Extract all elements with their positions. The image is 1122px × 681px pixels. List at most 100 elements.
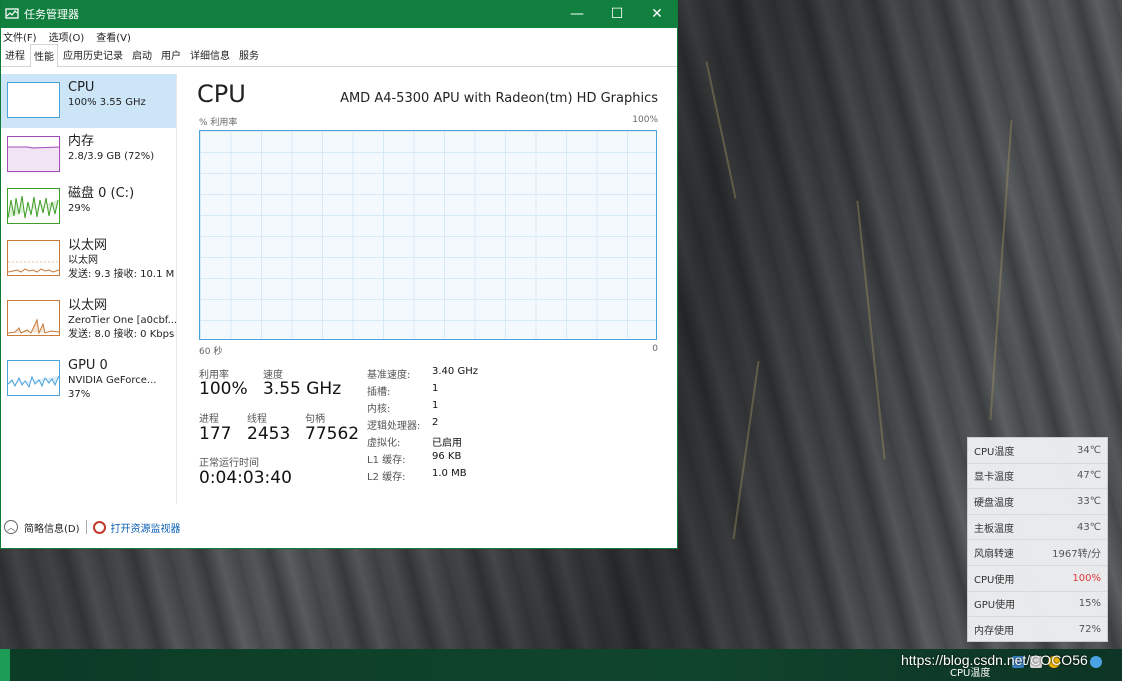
sensor-label: 硬盘温度 bbox=[974, 497, 1014, 509]
minimize-button[interactable]: — bbox=[557, 0, 597, 28]
resource-item-memory[interactable]: 内存 2.8/3.9 GB (72%) bbox=[1, 128, 176, 180]
threads-label: 线程 bbox=[247, 414, 267, 425]
spec-key: 虚拟化: bbox=[367, 438, 401, 449]
resource-detail: ZeroTier One [a0cbf... bbox=[68, 315, 176, 326]
memory-thumbnail-graph bbox=[7, 136, 60, 172]
page-title: CPU bbox=[197, 80, 246, 108]
sensor-row: 风扇转速 1967转/分 bbox=[968, 540, 1107, 566]
resource-name: 磁盘 0 (C:) bbox=[68, 186, 135, 201]
tab-services[interactable]: 服务 bbox=[235, 43, 263, 66]
sensor-value: 15% bbox=[1078, 598, 1101, 610]
rock-crack bbox=[989, 120, 1013, 420]
sensor-row: CPU使用 100% bbox=[968, 566, 1107, 592]
spec-value: 1 bbox=[432, 383, 439, 394]
resource-item-gpu[interactable]: GPU 0 NVIDIA GeForce... 37% bbox=[1, 352, 176, 412]
resource-item-ethernet-1[interactable]: 以太网 以太网 发送: 9.3 接收: 10.1 M bbox=[1, 232, 176, 292]
sensor-row: 硬盘温度 33℃ bbox=[968, 489, 1107, 515]
sensor-label: 风扇转速 bbox=[974, 549, 1014, 561]
tab-performance[interactable]: 性能 bbox=[30, 44, 58, 67]
spec-value: 2 bbox=[432, 417, 439, 428]
title-bar[interactable]: 任务管理器 — ☐ ✕ bbox=[1, 0, 677, 28]
threads-value: 2453 bbox=[247, 424, 291, 444]
sensor-label: GPU使用 bbox=[974, 600, 1016, 612]
spec-value: 96 KB bbox=[432, 451, 462, 462]
rock-crack bbox=[856, 200, 886, 460]
ethernet-thumbnail-graph bbox=[7, 240, 60, 276]
sensor-value: 72% bbox=[1078, 624, 1101, 636]
rock-crack bbox=[732, 360, 760, 540]
tab-details[interactable]: 详细信息 bbox=[186, 43, 234, 66]
close-button[interactable]: ✕ bbox=[637, 0, 677, 28]
watermark-text: https://blog.csdn.net/COCO56 bbox=[901, 652, 1088, 668]
resource-name: 内存 bbox=[68, 134, 95, 149]
handles-label: 句柄 bbox=[305, 414, 325, 425]
resource-item-cpu[interactable]: CPU 100% 3.55 GHz bbox=[1, 74, 176, 128]
footer-divider bbox=[85, 520, 87, 534]
spec-key: 内核: bbox=[367, 404, 391, 415]
menu-file[interactable]: 文件(F) bbox=[3, 29, 37, 44]
footer-bar: ︿ 简略信息(D) 打开资源监视器 bbox=[1, 514, 677, 540]
graph-min-label: 0 bbox=[652, 344, 658, 354]
sensor-row: 主板温度 43℃ bbox=[968, 515, 1107, 541]
graph-y-label: % 利用率 bbox=[199, 118, 238, 128]
zerotier-thumbnail-graph bbox=[7, 300, 60, 336]
start-button[interactable] bbox=[0, 649, 10, 681]
tray-app-icon[interactable] bbox=[1090, 656, 1102, 668]
sensor-label: 主板温度 bbox=[974, 523, 1014, 535]
fewer-details-button[interactable]: 简略信息(D) bbox=[24, 520, 80, 535]
tab-bar: 进程 性能 应用历史记录 启动 用户 详细信息 服务 bbox=[1, 43, 677, 67]
sensor-value: 34℃ bbox=[1077, 444, 1101, 456]
menu-view[interactable]: 查看(V) bbox=[96, 29, 131, 44]
resource-name: 以太网 bbox=[68, 298, 108, 313]
tab-startup[interactable]: 启动 bbox=[128, 43, 156, 66]
spec-key: L1 缓存: bbox=[367, 455, 406, 466]
task-manager-icon bbox=[5, 7, 19, 21]
window-title: 任务管理器 bbox=[24, 8, 79, 21]
sensor-label: CPU使用 bbox=[974, 574, 1015, 586]
processes-label: 进程 bbox=[199, 414, 219, 425]
open-resource-monitor-link[interactable]: 打开资源监视器 bbox=[111, 520, 181, 535]
resource-detail: 100% 3.55 GHz bbox=[68, 97, 146, 108]
spec-value: 1 bbox=[432, 400, 439, 411]
resource-name: GPU 0 bbox=[68, 358, 108, 373]
resource-detail: 29% bbox=[68, 203, 91, 214]
sensor-value: 100% bbox=[1072, 572, 1101, 584]
resource-monitor-icon bbox=[92, 520, 106, 534]
disk-thumbnail-graph bbox=[7, 188, 60, 224]
resource-name: CPU bbox=[68, 80, 95, 95]
sensor-value: 1967转/分 bbox=[1052, 549, 1101, 561]
chevron-up-icon[interactable]: ︿ bbox=[4, 520, 18, 534]
resource-detail: 2.8/3.9 GB (72%) bbox=[68, 151, 155, 162]
tab-users[interactable]: 用户 bbox=[157, 43, 185, 66]
resource-item-disk[interactable]: 磁盘 0 (C:) 29% bbox=[1, 180, 176, 232]
task-manager-window: 任务管理器 — ☐ ✕ 文件(F) 选项(O) 查看(V) 进程 性能 应用历史… bbox=[0, 0, 678, 549]
resource-item-ethernet-2[interactable]: 以太网 ZeroTier One [a0cbf... 发送: 8.0 接收: 0… bbox=[1, 292, 176, 352]
sensor-row: GPU使用 15% bbox=[968, 592, 1107, 618]
graph-max-label: 100% bbox=[632, 115, 658, 125]
resource-detail: 37% bbox=[68, 389, 91, 400]
resource-detail: 以太网 bbox=[68, 255, 98, 266]
spec-key: L2 缓存: bbox=[367, 472, 406, 483]
sensor-label: 显卡温度 bbox=[974, 472, 1014, 484]
resource-detail: NVIDIA GeForce... bbox=[68, 375, 157, 386]
uptime-label: 正常运行时间 bbox=[199, 458, 259, 469]
graph-time-label: 60 秒 bbox=[199, 347, 223, 357]
uptime-value: 0:04:03:40 bbox=[199, 468, 292, 488]
sensor-row: CPU温度 34℃ bbox=[968, 438, 1107, 464]
sensor-row: 显卡温度 47℃ bbox=[968, 464, 1107, 490]
cpu-thumbnail-graph bbox=[7, 82, 60, 118]
tab-app-history[interactable]: 应用历史记录 bbox=[59, 43, 127, 66]
gpu-thumbnail-graph bbox=[7, 360, 60, 396]
resource-detail: 发送: 9.3 接收: 10.1 M bbox=[68, 269, 175, 280]
resource-list: CPU 100% 3.55 GHz 内存 2.8/3.9 GB (72%) 磁盘… bbox=[1, 74, 177, 504]
sensor-value: 33℃ bbox=[1077, 495, 1101, 507]
maximize-button[interactable]: ☐ bbox=[597, 0, 637, 28]
menu-options[interactable]: 选项(O) bbox=[49, 29, 85, 44]
sensor-label: CPU温度 bbox=[974, 446, 1015, 458]
tab-processes[interactable]: 进程 bbox=[1, 43, 29, 66]
speed-value: 3.55 GHz bbox=[263, 379, 342, 399]
utilization-value: 100% bbox=[199, 379, 248, 399]
hardware-sensor-widget[interactable]: CPU温度 34℃ 显卡温度 47℃ 硬盘温度 33℃ 主板温度 43℃ 风扇转速 196… bbox=[967, 437, 1108, 642]
cpu-utilization-graph bbox=[199, 130, 657, 340]
spec-value: 3.40 GHz bbox=[432, 366, 478, 377]
